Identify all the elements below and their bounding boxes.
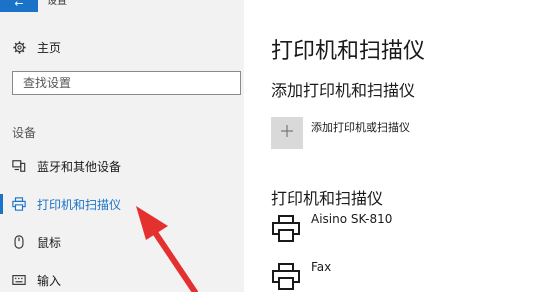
keyboard-icon: [12, 273, 26, 287]
settings-window: ← 设置 主页 查找设置 设备 蓝牙和其他设备 打印机和扫描仪 鼠标 输入 打印…: [0, 0, 535, 292]
printer-icon: [271, 214, 301, 244]
printer-icon: [12, 197, 26, 211]
bluetooth-devices-icon: [12, 159, 26, 173]
sidebar-item-mouse[interactable]: 鼠标: [0, 229, 244, 255]
back-button[interactable]: ←: [0, 0, 38, 12]
main-content: 打印机和扫描仪 添加打印机和扫描仪 添加打印机或扫描仪 打印机和扫描仪 Aisi…: [244, 0, 535, 292]
gear-icon: [12, 40, 26, 54]
sidebar-item-label: 主页: [37, 40, 62, 55]
sidebar-item-home[interactable]: 主页: [0, 34, 244, 60]
sidebar: ← 设置 主页 查找设置 设备 蓝牙和其他设备 打印机和扫描仪 鼠标 输入: [0, 0, 244, 292]
add-printer-button[interactable]: [271, 117, 303, 149]
sidebar-item-label: 蓝牙和其他设备: [37, 159, 122, 174]
plus-icon: [279, 123, 295, 143]
mouse-icon: [12, 235, 26, 249]
search-input[interactable]: [21, 75, 235, 91]
device-name: Aisino SK-810: [311, 212, 393, 226]
sidebar-item-label: 鼠标: [37, 235, 62, 250]
page-title: 打印机和扫描仪: [271, 39, 426, 64]
sidebar-item-label: 输入: [37, 273, 62, 288]
device-name: Fax: [311, 260, 332, 274]
search-field[interactable]: [12, 71, 241, 95]
device-item[interactable]: Fax: [271, 260, 531, 292]
printer-icon: [271, 262, 301, 292]
sidebar-item-input[interactable]: 输入: [0, 267, 244, 292]
section-heading: 设备: [12, 126, 37, 140]
add-printer-label[interactable]: 添加打印机或扫描仪: [311, 119, 410, 135]
sidebar-item-label: 打印机和扫描仪: [37, 197, 122, 212]
sidebar-item-bluetooth[interactable]: 蓝牙和其他设备: [0, 153, 244, 179]
add-section-heading: 添加打印机和扫描仪: [271, 81, 416, 100]
sidebar-item-printers[interactable]: 打印机和扫描仪: [0, 191, 244, 217]
back-arrow-icon: ←: [14, 0, 24, 10]
device-list-heading: 打印机和扫描仪: [271, 189, 384, 208]
device-item[interactable]: Aisino SK-810: [271, 212, 531, 248]
window-title: 设置: [47, 0, 67, 7]
